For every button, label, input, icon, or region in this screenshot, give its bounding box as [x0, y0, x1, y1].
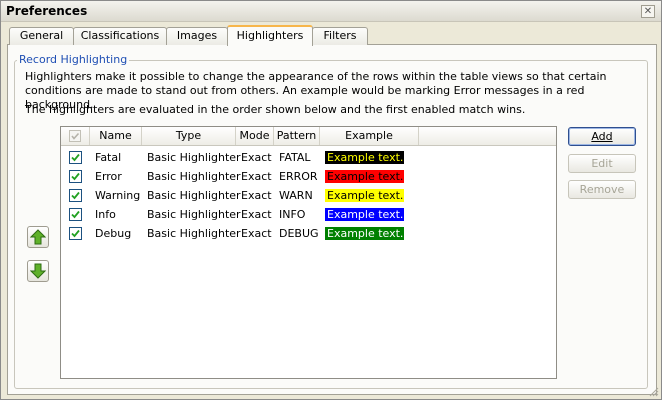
cell-mode: Exact — [241, 151, 272, 164]
resize-grip-icon[interactable] — [649, 387, 659, 397]
cell-pattern: INFO — [279, 208, 306, 221]
row-enabled-checkbox[interactable] — [69, 227, 82, 240]
tab-general[interactable]: General — [9, 27, 74, 45]
cell-pattern: WARN — [279, 189, 313, 202]
move-down-button[interactable] — [27, 260, 49, 282]
preferences-window: Preferences ✕ General Classifications Im… — [0, 0, 662, 400]
table-header: Name Type Mode Pattern Example — [61, 127, 556, 146]
header-name[interactable]: Name — [90, 127, 142, 145]
cell-name: Fatal — [95, 151, 122, 164]
cell-name: Debug — [95, 227, 132, 240]
group-title: Record Highlighting — [17, 53, 130, 66]
arrow-down-icon — [30, 263, 46, 279]
check-icon — [71, 191, 80, 200]
example-swatch: Example text.... — [325, 151, 404, 164]
tab-images[interactable]: Images — [166, 27, 228, 45]
check-icon — [71, 229, 80, 238]
header-type[interactable]: Type — [142, 127, 236, 145]
move-up-button[interactable] — [27, 226, 49, 248]
cell-type: Basic Highlighter — [147, 170, 241, 183]
window-title: Preferences — [6, 4, 88, 18]
check-icon — [71, 210, 80, 219]
header-enabled-column[interactable] — [61, 127, 90, 145]
table-row[interactable]: Fatal Basic Highlighter Exact FATAL Example … — [61, 148, 556, 167]
row-enabled-checkbox[interactable] — [69, 151, 82, 164]
header-pattern[interactable]: Pattern — [274, 127, 320, 145]
cell-pattern: FATAL — [279, 151, 311, 164]
cell-name: Error — [95, 170, 122, 183]
cell-name: Warning — [95, 189, 141, 202]
table-row[interactable]: Info Basic Highlighter Exact INFO Example te… — [61, 205, 556, 224]
row-enabled-checkbox[interactable] — [69, 170, 82, 183]
edit-button[interactable]: Edit — [568, 154, 636, 173]
close-button[interactable]: ✕ — [641, 5, 655, 18]
table-row[interactable]: Error Basic Highlighter Exact ERROR Example … — [61, 167, 556, 186]
cell-type: Basic Highlighter — [147, 189, 241, 202]
tab-highlighters[interactable]: Highlighters — [227, 25, 313, 46]
example-swatch: Example text.... — [325, 208, 404, 221]
tab-classifications[interactable]: Classifications — [73, 27, 167, 45]
cell-mode: Exact — [241, 189, 272, 202]
header-checkbox[interactable] — [69, 130, 81, 142]
header-mode[interactable]: Mode — [236, 127, 274, 145]
cell-name: Info — [95, 208, 116, 221]
highlighters-table[interactable]: Name Type Mode Pattern Example Fatal Basi… — [60, 126, 557, 379]
edit-button-label: Edit — [591, 157, 613, 170]
example-swatch: Example text.... — [325, 170, 404, 183]
evaluation-order-text: The highlighters are evaluated in the or… — [25, 103, 526, 116]
check-icon — [71, 172, 80, 181]
add-button[interactable]: Add — [568, 127, 636, 146]
cell-type: Basic Highlighter — [147, 227, 241, 240]
cell-pattern: DEBUG — [279, 227, 319, 240]
cell-mode: Exact — [241, 170, 272, 183]
title-bar[interactable]: Preferences ✕ — [1, 1, 661, 22]
check-icon — [71, 153, 80, 162]
example-swatch: Example text.... — [325, 227, 404, 240]
header-example[interactable]: Example — [320, 127, 419, 145]
tab-filters[interactable]: Filters — [312, 27, 368, 45]
remove-button-label: Remove — [579, 183, 625, 196]
remove-button[interactable]: Remove — [568, 180, 636, 199]
row-enabled-checkbox[interactable] — [69, 208, 82, 221]
cell-type: Basic Highlighter — [147, 208, 241, 221]
check-icon — [71, 132, 80, 140]
row-enabled-checkbox[interactable] — [69, 189, 82, 202]
example-swatch: Example text.... — [325, 189, 404, 202]
add-button-label: Add — [591, 130, 613, 143]
arrow-up-icon — [30, 229, 46, 245]
cell-pattern: ERROR — [279, 170, 318, 183]
cell-type: Basic Highlighter — [147, 151, 241, 164]
cell-mode: Exact — [241, 227, 272, 240]
table-row[interactable]: Debug Basic Highlighter Exact DEBUG Example … — [61, 224, 556, 243]
table-row[interactable]: Warning Basic Highlighter Exact WARN Example… — [61, 186, 556, 205]
cell-mode: Exact — [241, 208, 272, 221]
